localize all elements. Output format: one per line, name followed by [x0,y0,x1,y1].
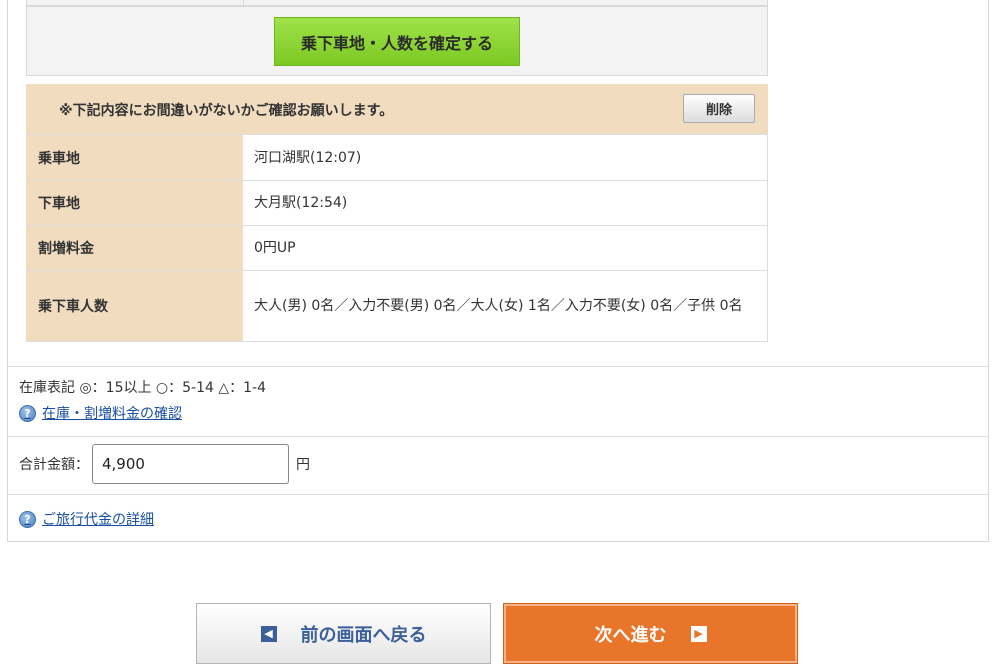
confirm-block: 乗下車地・人数を確定する [26,6,768,76]
back-button-label: 前の画面へ戻る [300,624,427,646]
currency-unit: 円 [296,457,310,473]
alighting-stop-label: 下車地 [26,180,243,226]
reservation-panel: 乗下車地・人数を確定する ※下記内容にお間違いがないかご確認お願いします。 削除… [7,0,989,542]
next-button-label: 次へ進む [594,624,667,646]
surcharge-label: 割増料金 [26,225,243,271]
confirmation-notice: ※下記内容にお間違いがないかご確認お願いします。 [59,103,394,119]
next-button[interactable]: 次へ進む ▶ [503,603,798,664]
question-circle-icon: ? [19,404,36,422]
total-amount-label: 合計金額： [19,457,89,473]
confirm-stops-button[interactable]: 乗下車地・人数を確定する [274,17,520,66]
divider [8,436,988,437]
travel-fee-help-link[interactable]: ? ご旅行代金の詳細 [19,509,154,529]
passenger-count-label: 乗下車人数 [26,270,243,342]
table-row: 下車地 大月駅(12:54) [26,180,768,226]
stock-surcharge-help-link[interactable]: ? 在庫・割増料金の確認 [19,403,182,423]
back-button[interactable]: ◀ 前の画面へ戻る [196,603,491,664]
divider [8,494,988,495]
table-row: 割増料金 0円UP [26,225,768,271]
details-header: ※下記内容にお間違いがないかご確認お願いします。 削除 [26,84,768,134]
divider [8,366,988,367]
question-circle-icon: ? [19,510,36,528]
arrow-right-box-icon: ▶ [690,625,707,642]
table-row: 乗下車人数 大人(男) 0名／入力不要(男) 0名／大人(女) 1名／入力不要(… [26,270,768,342]
stock-legend: 在庫表記 ◎：15以上 ○：5-14 △：1-4 [19,380,267,396]
arrow-left-box-icon: ◀ [260,625,277,642]
passenger-count-value: 大人(男) 0名／入力不要(男) 0名／大人(女) 1名／入力不要(女) 0名／… [243,270,768,342]
stock-surcharge-link-text: 在庫・割増料金の確認 [42,406,182,422]
boarding-stop-label: 乗車地 [26,134,243,181]
ride-details-table: 乗車地 河口湖駅(12:07) 下車地 大月駅(12:54) 割増料金 0円UP… [26,134,768,342]
surcharge-value: 0円UP [243,225,768,271]
table-row: 乗車地 河口湖駅(12:07) [26,134,768,181]
boarding-stop-value: 河口湖駅(12:07) [243,134,768,181]
alighting-stop-value: 大月駅(12:54) [243,180,768,226]
delete-button[interactable]: 削除 [683,94,755,123]
travel-fee-link-text: ご旅行代金の詳細 [42,512,154,528]
total-amount-field[interactable] [92,444,289,484]
